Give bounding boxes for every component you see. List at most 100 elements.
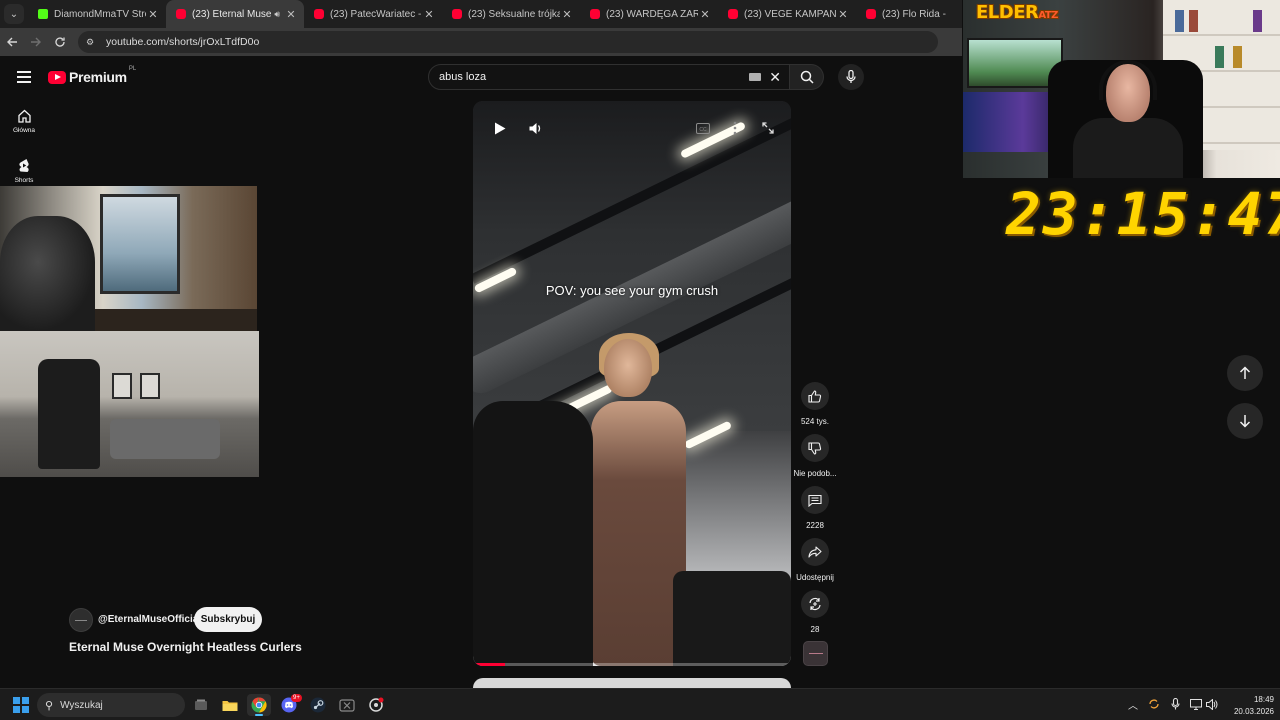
- webcam-picture: [112, 373, 132, 399]
- dislike-label: Nie podob...: [793, 469, 837, 478]
- search-query: abus loza: [439, 71, 487, 83]
- file-explorer-button[interactable]: [218, 694, 242, 716]
- share-button-circle[interactable]: [801, 538, 829, 566]
- tray-microphone-icon[interactable]: [1168, 697, 1182, 711]
- streamer-logo: ELDERATZ: [976, 2, 1058, 23]
- video-scene-machine: [473, 401, 593, 666]
- xbox-app-button[interactable]: [335, 694, 359, 716]
- tray-volume-icon[interactable]: [1205, 697, 1219, 711]
- close-icon[interactable]: ✕: [146, 8, 160, 21]
- tray-sync-icon[interactable]: [1147, 697, 1161, 711]
- remix-button-circle[interactable]: [801, 590, 829, 618]
- microphone-icon: [846, 70, 856, 83]
- taskbar-search[interactable]: ⚲ Wyszukaj: [37, 693, 185, 717]
- search-input[interactable]: abus loza ✕: [428, 64, 790, 90]
- channel-handle[interactable]: @EternalMuseOfficial: [98, 614, 201, 625]
- browser-tab[interactable]: (23) Seksualne trójkąty i k ✕: [442, 0, 580, 28]
- webcam-overlay-empty-room: [0, 331, 259, 477]
- url-text: youtube.com/shorts/jrOxLTdfD0o: [106, 36, 260, 48]
- video-scene-person: [591, 401, 686, 666]
- share-button[interactable]: Udostępnij: [794, 538, 836, 582]
- webcam-person: [0, 216, 95, 331]
- tab-search-button[interactable]: ⌄: [4, 4, 24, 24]
- comments-button[interactable]: 2228: [794, 486, 836, 530]
- webcam-picture: [140, 373, 160, 399]
- browser-tab-active[interactable]: (23) Eternal Muse Ov 🔊︎ ✕: [166, 0, 304, 28]
- play-button[interactable]: [489, 117, 511, 139]
- channel-thumbnail[interactable]: [803, 641, 828, 666]
- search-icon: [800, 70, 814, 84]
- task-view-button[interactable]: [189, 694, 213, 716]
- like-button-circle[interactable]: [801, 382, 829, 410]
- short-title[interactable]: Eternal Muse Overnight Heatless Curlers: [69, 640, 302, 654]
- close-icon[interactable]: ✕: [560, 8, 574, 21]
- dislike-button-circle[interactable]: [801, 434, 829, 462]
- webcam-book: [1253, 10, 1262, 32]
- kick-icon: [38, 9, 48, 19]
- dislike-button[interactable]: Nie podob...: [793, 434, 837, 478]
- arrow-right-icon: [31, 37, 41, 47]
- browser-tab[interactable]: (23) VEGE KAMPANIA CIŚ ✕: [718, 0, 856, 28]
- windows-start-icon[interactable]: [13, 697, 29, 713]
- video-progress-fill: [473, 663, 505, 666]
- menu-icon[interactable]: [17, 71, 31, 83]
- tray-date: 20.03.2026: [1233, 707, 1274, 716]
- back-button[interactable]: [0, 30, 24, 54]
- like-count: 524 tys.: [800, 417, 829, 426]
- browser-tab[interactable]: (23) PatecWariatec - YouT ✕: [304, 0, 442, 28]
- speaker-icon[interactable]: 🔊︎: [274, 9, 280, 20]
- guide-item-home[interactable]: Główna: [4, 109, 44, 134]
- close-icon[interactable]: ✕: [698, 8, 712, 21]
- subscribe-button[interactable]: Subskrybuj: [194, 607, 262, 632]
- voice-search-button[interactable]: [838, 64, 864, 90]
- app-button[interactable]: [364, 694, 388, 716]
- tray-clock[interactable]: 18:49 20.03.2026: [1222, 694, 1274, 718]
- forward-button[interactable]: [24, 30, 48, 54]
- webcam-book: [1215, 46, 1224, 68]
- previous-short-button[interactable]: [1227, 355, 1263, 391]
- webcam-chair: [38, 359, 100, 469]
- browser-tab[interactable]: DiamondMmaTV Stream ✕: [28, 0, 166, 28]
- task-view-icon: [195, 699, 207, 710]
- taskbar-search-placeholder: Wyszukaj: [60, 699, 103, 711]
- reload-icon: [55, 37, 65, 47]
- share-icon: [808, 546, 822, 558]
- close-icon[interactable]: ✕: [836, 8, 850, 21]
- tray-overflow-icon[interactable]: ︿: [1126, 697, 1140, 712]
- reload-button[interactable]: [48, 30, 72, 54]
- tray-network-icon[interactable]: [1189, 697, 1203, 711]
- address-bar[interactable]: ⚙︎ youtube.com/shorts/jrOxLTdfD0o: [78, 31, 938, 53]
- captions-button[interactable]: CC: [691, 117, 715, 139]
- clear-search-icon[interactable]: ✕: [769, 69, 781, 86]
- comments-button-circle[interactable]: [801, 486, 829, 514]
- next-short-button[interactable]: [1227, 403, 1263, 439]
- chrome-button[interactable]: [247, 694, 271, 716]
- thumbs-up-icon: [808, 389, 822, 403]
- thumbs-down-icon: [808, 441, 822, 455]
- search-button[interactable]: [790, 64, 824, 90]
- keyboard-icon[interactable]: [749, 73, 761, 81]
- video-progress-bar[interactable]: [473, 663, 791, 666]
- youtube-premium-logo[interactable]: Premium PL: [48, 66, 136, 85]
- close-icon[interactable]: ✕: [422, 8, 436, 21]
- close-icon[interactable]: ✕: [284, 8, 298, 21]
- tab-title: (23) VEGE KAMPANIA CIŚ: [744, 8, 836, 20]
- steam-button[interactable]: [306, 694, 330, 716]
- site-info-icon[interactable]: ⚙︎: [86, 37, 98, 47]
- browser-tab[interactable]: (23) Flo Rida - Right Rou: [856, 0, 952, 28]
- steam-icon: [310, 697, 326, 713]
- guide-item-shorts[interactable]: Shorts: [4, 158, 44, 184]
- remix-count: 28: [810, 625, 820, 634]
- arrow-down-icon: [1239, 415, 1251, 428]
- channel-avatar[interactable]: [69, 608, 93, 632]
- tray-time: 18:49: [1253, 695, 1274, 704]
- volume-button[interactable]: [525, 117, 547, 139]
- discord-button[interactable]: 9+: [277, 694, 302, 716]
- share-label: Udostępnij: [796, 573, 834, 582]
- fullscreen-button[interactable]: [757, 117, 779, 139]
- more-options-button[interactable]: [727, 117, 743, 139]
- browser-tab[interactable]: (23) WARDĘGA ZARZUCA ✕: [580, 0, 718, 28]
- shorts-video-player[interactable]: POV: you see your gym crush CC: [473, 101, 791, 666]
- like-button[interactable]: 524 tys.: [794, 382, 836, 426]
- remix-button[interactable]: 28: [794, 590, 836, 634]
